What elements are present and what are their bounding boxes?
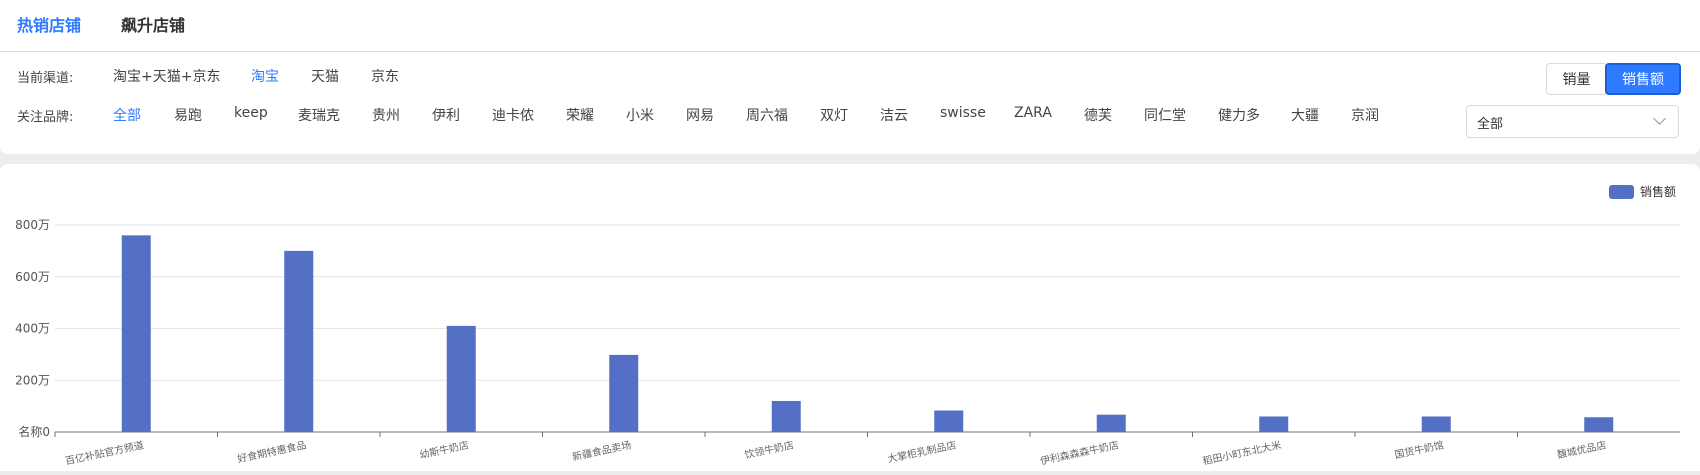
brand-option[interactable]: 同仁堂 [1144,105,1186,125]
bar [121,235,151,432]
brand-option[interactable]: 荣耀 [566,105,594,125]
tab-hot-shops[interactable]: 热销店铺 [17,12,81,36]
brand-option[interactable]: keep [234,105,268,121]
brand-option[interactable]: 伊利 [432,105,460,125]
chart-panel: 名称0 200万 400万 600万 800万百亿补贴官方频道 好食期特惠食品 幼斯牛奶店 新… [0,164,1700,471]
tab-bar: 热销店铺 飙升店铺 [0,0,1700,52]
bar [446,325,476,432]
x-tick-label: 大掌柜乳制品店 [886,438,957,465]
x-tick-label: 馥城优品店 [1556,438,1608,461]
y-tick-label: 400万 [15,322,50,336]
bar [1096,414,1126,432]
brand-option[interactable]: 京润 [1351,105,1379,125]
brand-option[interactable]: 迪卡侬 [492,105,534,125]
x-tick-label: 幼斯牛奶店 [418,438,470,461]
brand-option[interactable]: 贵州 [372,105,400,125]
brand-option[interactable]: 健力多 [1218,105,1260,125]
legend-swatch [1609,185,1634,199]
brand-option[interactable]: swisse [940,105,986,121]
y-tick-label: 200万 [15,373,50,387]
brand-option[interactable]: ZARA [1014,105,1052,121]
bar [771,400,801,432]
brand-option[interactable]: 德芙 [1084,105,1112,125]
x-tick-label: 百亿补贴官方频道 [64,438,145,467]
brand-option[interactable]: 易跑 [174,105,202,125]
brand-dropdown[interactable]: 全部 [1466,105,1679,138]
bar [1584,417,1614,432]
legend-label: 销售额 [1640,184,1676,199]
y-tick-label: 800万 [15,218,50,232]
tab-rising-shops[interactable]: 飙升店铺 [121,12,185,36]
bar [284,250,314,432]
brand-option[interactable]: 双灯 [820,105,848,125]
brand-option[interactable]: 麦瑞克 [298,105,340,125]
chevron-down-icon [1653,112,1666,125]
filter-panel: 当前渠道: 淘宝+天猫+京东 淘宝 天猫 京东 关注品牌: 全部 易跑 keep… [0,52,1700,154]
channel-option-tmall[interactable]: 天猫 [311,66,339,86]
y-tick-label: 名称0 [18,424,50,439]
x-tick-label: 好食期特惠食品 [236,438,307,465]
x-tick-label: 伊利森森森牛奶店 [1039,438,1120,467]
brand-option[interactable]: 大疆 [1291,105,1319,125]
brand-option[interactable]: 小米 [626,105,654,125]
bar [1259,416,1289,432]
x-tick-label: 国货牛奶馆 [1393,438,1445,461]
channel-option-jd[interactable]: 京东 [371,66,399,86]
brand-option[interactable]: 洁云 [880,105,908,125]
channel-option-taobao[interactable]: 淘宝 [251,66,279,86]
y-tick-label: 600万 [15,270,50,284]
bar [1421,416,1451,432]
dropdown-value: 全部 [1477,117,1504,132]
bar-chart: 名称0 200万 400万 600万 800万百亿补贴官方频道 好食期特惠食品 幼斯牛奶店 新… [15,184,1680,468]
x-tick-label: 新疆食品卖场 [571,438,632,463]
channel-option-all[interactable]: 淘宝+天猫+京东 [113,66,220,86]
bar [609,354,639,432]
x-tick-label: 饮领牛奶店 [743,438,795,461]
sales-volume-button[interactable]: 销量 [1546,63,1607,95]
brand-option[interactable]: 周六福 [746,105,788,125]
brand-option[interactable]: 全部 [113,105,141,125]
bar [934,410,964,432]
x-tick-label: 稻田小町东北大米 [1201,438,1282,467]
brand-option[interactable]: 网易 [686,105,714,125]
channel-label: 当前渠道: [17,71,74,86]
brand-label: 关注品牌: [17,110,74,125]
sales-amount-button[interactable]: 销售额 [1605,63,1681,95]
